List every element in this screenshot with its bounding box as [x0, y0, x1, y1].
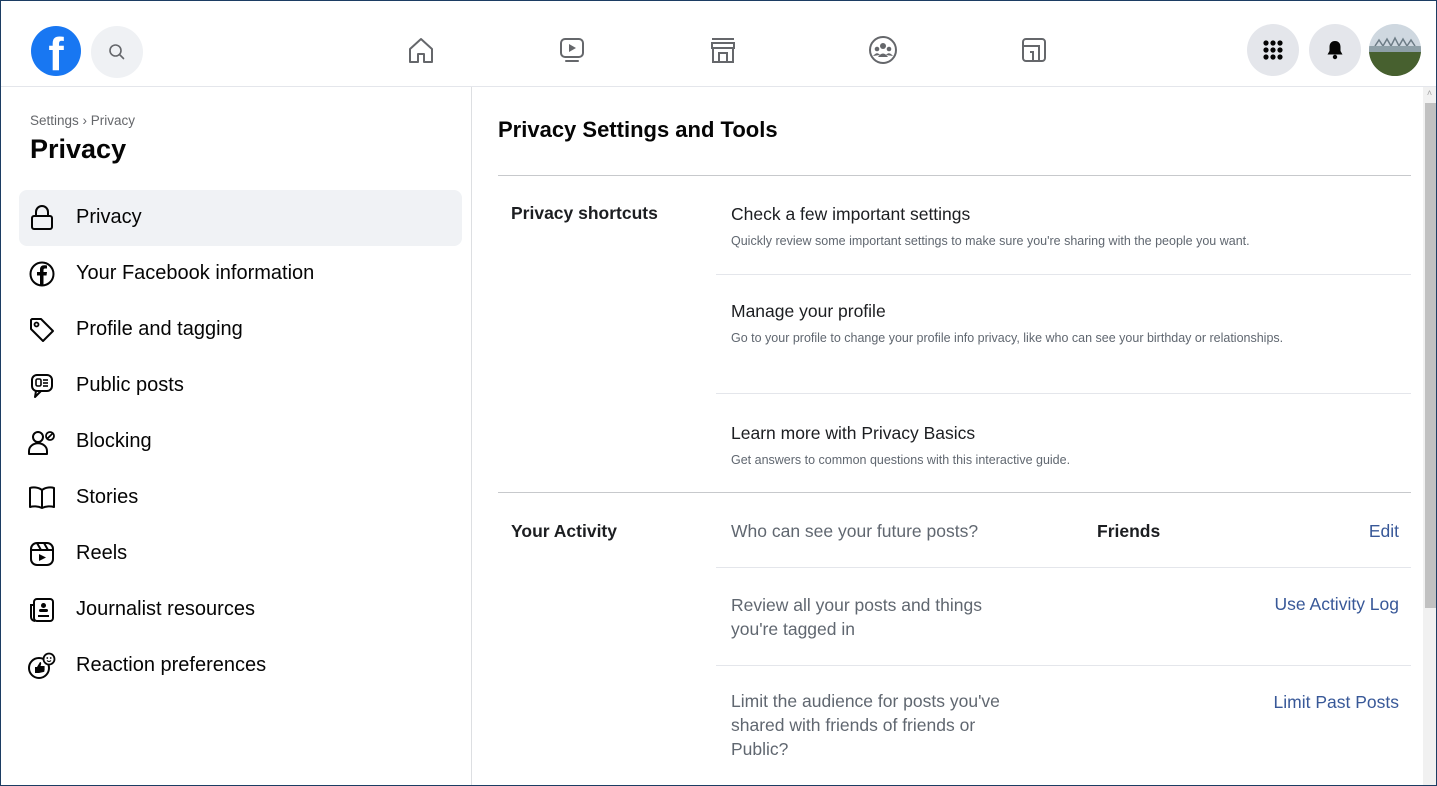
sidebar-item-journalist-resources[interactable]: Journalist resources — [19, 582, 462, 638]
notifications-bell-icon — [1327, 41, 1343, 60]
gaming-icon — [1022, 38, 1046, 62]
app-window: f Settings › Privacy Privacy Privacy You… — [0, 0, 1437, 786]
nav-marketplace[interactable] — [699, 28, 747, 72]
search-button[interactable] — [91, 26, 143, 78]
divider — [716, 665, 1411, 666]
sidebar-item-profile-tagging[interactable]: Profile and tagging — [19, 302, 462, 358]
home-icon — [409, 38, 433, 63]
sidebar-title: Privacy — [30, 134, 127, 164]
sidebar-item-reels[interactable]: Reels — [19, 526, 462, 582]
divider — [716, 274, 1411, 275]
marketplace-icon — [711, 38, 735, 63]
sidebar-item-stories[interactable]: Stories — [19, 470, 462, 526]
reels-icon — [30, 542, 54, 566]
main-scrollbar[interactable]: ˄ — [1423, 87, 1436, 785]
watch-icon — [560, 38, 584, 62]
privacy-settings-panel: Privacy Settings and Tools Privacy short… — [473, 87, 1423, 785]
groups-icon — [869, 36, 897, 64]
reaction-icon — [28, 652, 56, 679]
menu-button[interactable] — [1247, 24, 1299, 76]
sidebar-item-public-posts[interactable]: Public posts — [19, 358, 462, 414]
sidebar-item-facebook-information[interactable]: Your Facebook information — [19, 246, 462, 302]
facebook-logo[interactable]: f — [31, 26, 81, 80]
avatar-photo — [1369, 24, 1421, 76]
notifications-button[interactable] — [1309, 24, 1361, 76]
newspaper-icon — [30, 598, 54, 622]
divider — [498, 175, 1411, 176]
top-navigation-bar: f — [1, 1, 1436, 87]
use-activity-log-link[interactable]: Use Activity Log — [1275, 594, 1400, 615]
book-open-icon — [29, 486, 55, 509]
nav-home[interactable] — [397, 28, 445, 72]
nav-gaming[interactable] — [1010, 28, 1058, 72]
divider — [498, 492, 1411, 493]
person-blocked-icon — [28, 431, 55, 455]
menu-grid-icon — [1263, 40, 1283, 60]
profile-avatar[interactable] — [1369, 24, 1421, 76]
lock-icon — [31, 205, 53, 230]
sidebar-item-privacy[interactable]: Privacy — [19, 190, 462, 246]
edit-future-posts-link[interactable]: Edit — [1369, 521, 1399, 542]
sidebar-item-blocking[interactable]: Blocking — [19, 414, 462, 470]
section-heading-your-activity: Your Activity — [511, 521, 617, 541]
sidebar-item-reaction-preferences[interactable]: Reaction preferences — [19, 638, 462, 694]
nav-watch[interactable] — [548, 28, 596, 72]
divider — [716, 567, 1411, 568]
future-posts-audience: Friends — [1097, 521, 1161, 541]
tag-icon — [30, 318, 54, 342]
scroll-up-arrow-icon[interactable]: ˄ — [1425, 89, 1434, 98]
section-heading-privacy-shortcuts: Privacy shortcuts — [511, 203, 658, 223]
speech-bubble-icon — [31, 374, 53, 398]
nav-groups[interactable] — [859, 28, 907, 72]
page-title: Privacy Settings and Tools — [498, 117, 778, 142]
settings-sidebar: Settings › Privacy Privacy Privacy Your … — [1, 87, 472, 785]
limit-past-posts-link[interactable]: Limit Past Posts — [1274, 692, 1399, 713]
divider — [716, 393, 1411, 394]
search-icon — [109, 44, 125, 60]
breadcrumb[interactable]: Settings › Privacy — [30, 113, 135, 128]
facebook-circle-icon — [29, 261, 55, 287]
scrollbar-thumb[interactable] — [1425, 103, 1436, 608]
